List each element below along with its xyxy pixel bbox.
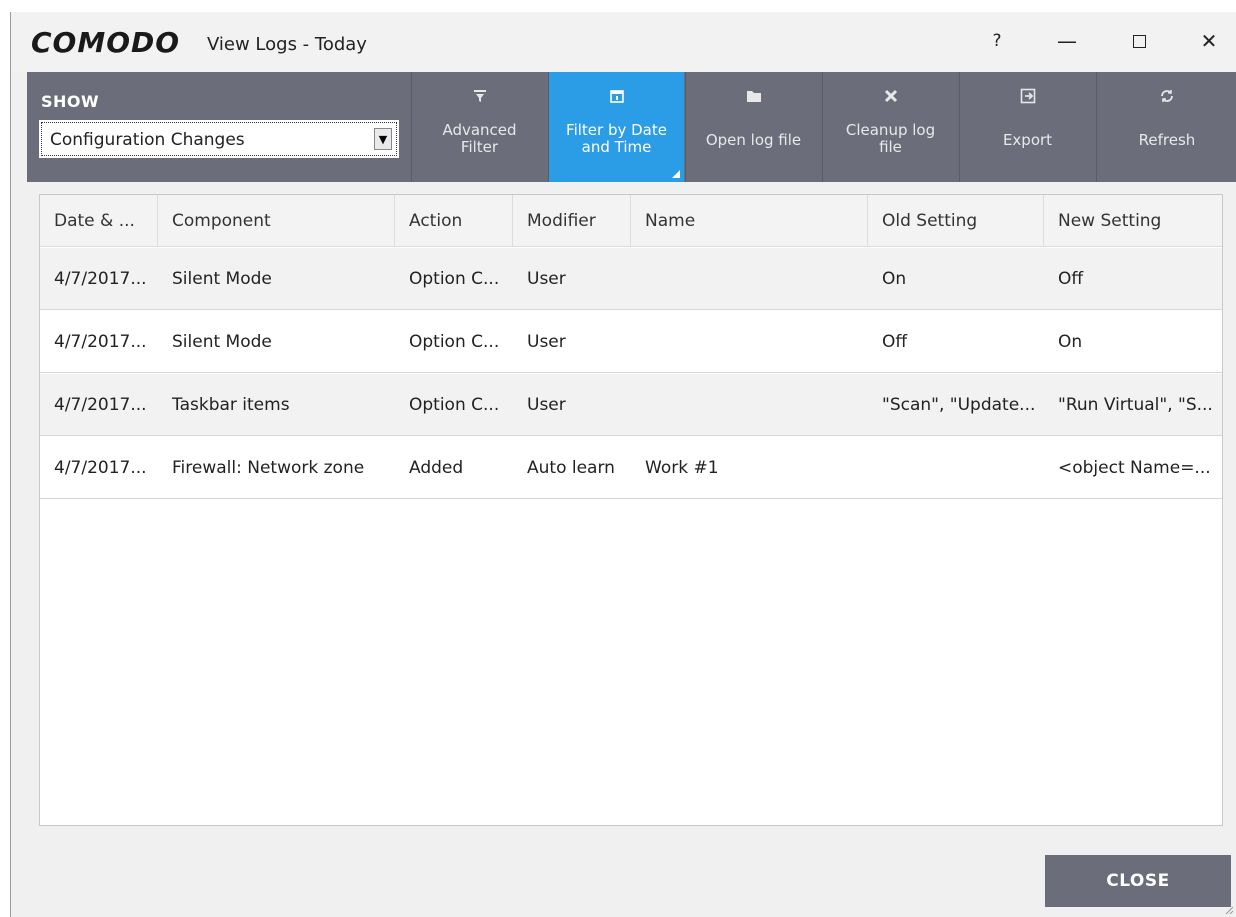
cell-action: Option C...	[409, 269, 500, 289]
export-button[interactable]: Export	[959, 72, 1095, 182]
cell-date: 4/7/2017...	[54, 395, 147, 415]
cell-component: Taskbar items	[172, 395, 290, 415]
advanced-filter-button[interactable]: Advanced Filter	[411, 72, 547, 182]
minimize-button[interactable]: —	[1045, 24, 1089, 58]
cell-date: 4/7/2017...	[54, 332, 147, 352]
column-header-new-setting[interactable]: New Setting	[1044, 195, 1222, 247]
view-logs-window: COMODO View Logs - Today ? — ✕ SHOW Conf…	[10, 12, 1236, 917]
close-window-button[interactable]: ✕	[1187, 24, 1231, 58]
cell-action: Added	[409, 458, 464, 478]
cell-action: Option C...	[409, 332, 500, 352]
window-title: View Logs - Today	[207, 34, 367, 55]
cell-old-setting: On	[882, 269, 907, 289]
folder-icon	[686, 88, 821, 108]
table-row[interactable]: 4/7/2017... Taskbar items Option C... Us…	[40, 374, 1222, 436]
open-log-file-button[interactable]: Open log file	[685, 72, 821, 182]
cell-old-setting	[868, 437, 1044, 499]
cell-old-setting: Off	[882, 332, 908, 352]
column-header-date[interactable]: Date & ...	[40, 195, 158, 247]
cell-new-setting: Off	[1058, 269, 1084, 289]
refresh-button[interactable]: Refresh	[1096, 72, 1236, 182]
column-header-action[interactable]: Action	[395, 195, 513, 247]
maximize-icon	[1132, 34, 1146, 48]
maximize-button[interactable]	[1117, 24, 1161, 58]
cell-new-setting: "Run Virtual", "S...	[1058, 395, 1213, 415]
export-icon	[960, 88, 1095, 108]
resize-grip-icon[interactable]	[1224, 905, 1234, 915]
cell-name	[631, 374, 868, 436]
title-bar: COMODO View Logs - Today ? — ✕	[11, 12, 1236, 72]
open-log-file-label: Open log file	[705, 131, 802, 149]
refresh-icon	[1097, 88, 1236, 108]
column-header-old-setting[interactable]: Old Setting	[868, 195, 1044, 247]
comodo-logo: COMODO	[31, 26, 181, 59]
log-type-value: Configuration Changes	[50, 130, 245, 150]
toolbar: SHOW Configuration Changes ▼ Advanced Fil…	[27, 72, 1236, 182]
refresh-label: Refresh	[1138, 131, 1196, 149]
column-header-name[interactable]: Name	[631, 195, 868, 247]
column-header-component[interactable]: Component	[158, 195, 395, 247]
dropdown-arrow-icon[interactable]: ▼	[374, 128, 392, 150]
cell-date: 4/7/2017...	[54, 269, 147, 289]
close-button[interactable]: CLOSE	[1045, 855, 1231, 907]
table-header: Date & ... Component Action Modifier Nam…	[40, 195, 1222, 247]
cell-modifier: User	[527, 395, 566, 415]
filter-by-date-button[interactable]: Filter by Date and Time	[548, 72, 684, 182]
cell-action: Option C...	[409, 395, 500, 415]
cell-old-setting: "Scan", "Update...	[882, 395, 1036, 415]
cell-modifier: User	[527, 332, 566, 352]
cell-date: 4/7/2017...	[54, 458, 147, 478]
cell-name: Work #1	[645, 458, 719, 478]
table-row[interactable]: 4/7/2017... Silent Mode Option C... User…	[40, 248, 1222, 310]
cleanup-log-file-label: Cleanup log file	[845, 121, 936, 156]
calendar-icon	[549, 88, 684, 108]
cleanup-log-file-button[interactable]: Cleanup log file	[822, 72, 958, 182]
cell-component: Silent Mode	[172, 269, 272, 289]
advanced-filter-label: Advanced Filter	[442, 121, 517, 156]
dropdown-corner-icon	[672, 170, 680, 178]
table-row[interactable]: 4/7/2017... Silent Mode Option C... User…	[40, 311, 1222, 373]
cell-new-setting: <object Name=...	[1058, 458, 1211, 478]
help-button[interactable]: ?	[975, 24, 1019, 58]
cell-modifier: Auto learn	[527, 458, 615, 478]
filter-icon	[412, 88, 547, 108]
column-header-modifier[interactable]: Modifier	[513, 195, 631, 247]
log-table: Date & ... Component Action Modifier Nam…	[39, 194, 1223, 826]
cell-new-setting: On	[1058, 332, 1083, 352]
cell-component: Silent Mode	[172, 332, 272, 352]
cell-modifier: User	[527, 269, 566, 289]
table-row[interactable]: 4/7/2017... Firewall: Network zone Added…	[40, 437, 1222, 499]
show-label: SHOW	[41, 92, 100, 111]
export-label: Export	[1002, 131, 1053, 149]
log-type-dropdown[interactable]: Configuration Changes ▼	[39, 120, 399, 158]
cell-component: Firewall: Network zone	[172, 458, 365, 478]
cell-name	[631, 248, 868, 310]
x-icon	[823, 88, 958, 108]
cell-name	[631, 311, 868, 373]
filter-by-date-label: Filter by Date and Time	[566, 121, 667, 156]
